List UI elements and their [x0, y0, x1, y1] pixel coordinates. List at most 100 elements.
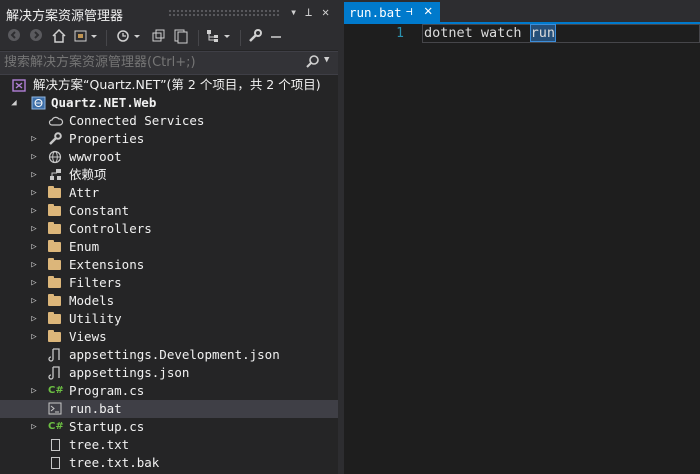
pending-changes-filter-icon[interactable] [114, 28, 144, 48]
expand-arrow-icon[interactable]: ▷ [28, 256, 40, 274]
sync-with-document-icon[interactable] [150, 28, 166, 48]
expand-arrow-icon[interactable]: ▷ [28, 202, 40, 220]
expand-arrow-icon[interactable]: ▷ [28, 292, 40, 310]
tree-item[interactable]: 解决方案“Quartz.NET”(第 2 个项目，共 2 个项目) [0, 76, 338, 94]
tab-run-bat[interactable]: run.bat ⊣ ✕ [344, 2, 440, 22]
expand-arrow-icon[interactable]: ▷ [28, 220, 40, 238]
tree-item[interactable]: ◢ Quartz.NET.Web [0, 94, 338, 112]
tree-item[interactable]: ▷ Extensions [0, 256, 338, 274]
expand-arrow-icon[interactable]: ▷ [28, 274, 40, 292]
tree-item[interactable]: ▷ Controllers [0, 220, 338, 238]
expand-arrow-icon[interactable]: ▷ [28, 418, 40, 436]
csharp-file-icon: C# [48, 385, 64, 396]
search-options-dropdown-icon[interactable]: ▼ [324, 55, 329, 65]
text-file-icon [51, 439, 60, 451]
expand-arrow-icon[interactable]: ▷ [28, 238, 40, 256]
tree-item-label: Quartz.NET.Web [51, 95, 157, 110]
window-position-dropdown-icon[interactable]: ▾ [290, 5, 297, 19]
expand-arrow-icon[interactable]: ▷ [28, 382, 40, 400]
tree-item[interactable]: Connected Services [0, 112, 338, 130]
tree-item-label: Filters [69, 275, 122, 290]
web-project-icon [31, 96, 47, 110]
tree-item-label: appsettings.Development.json [69, 347, 280, 362]
panel-title: 解决方案资源管理器 [6, 9, 124, 24]
selected-word: run [529, 24, 557, 42]
tree-item-label: Program.cs [69, 383, 145, 398]
tree-item[interactable]: appsettings.json [0, 364, 338, 382]
tree-item-label: Utility [69, 311, 122, 326]
tree-item-label: Enum [69, 239, 100, 254]
globe-icon [48, 150, 64, 164]
tree-item[interactable]: tree.txt.bak [0, 454, 338, 472]
tree-item[interactable]: ▷ Enum [0, 238, 338, 256]
close-panel-icon[interactable]: ✕ [322, 5, 329, 19]
tree-item[interactable]: ▷ Models [0, 292, 338, 310]
tree-item-label: Views [69, 329, 107, 344]
toolbar-separator [106, 30, 107, 46]
tree-item-label: 解决方案“Quartz.NET”(第 2 个项目，共 2 个项目) [33, 77, 321, 92]
tree-item-label: Attr [69, 185, 100, 200]
folder-icon [48, 312, 61, 324]
panel-toolbar [0, 26, 338, 50]
tree-item[interactable]: tree.txt [0, 436, 338, 454]
home-icon[interactable] [50, 28, 68, 48]
solution-explorer-panel: 解决方案资源管理器 ▾ ⊥ ✕ 搜索解决方案资源管理器(Ctrl+;) ▼ 解决… [0, 0, 338, 474]
code-text: dotnet watch [424, 25, 530, 41]
tree-item[interactable]: appsettings.Development.json [0, 346, 338, 364]
expand-arrow-icon[interactable]: ▷ [28, 148, 40, 166]
switch-views-icon[interactable] [72, 28, 100, 48]
tree-item[interactable]: ▷ C# Program.cs [0, 382, 338, 400]
drag-grip[interactable] [168, 9, 280, 17]
tree-item-label: tree.txt.bak [69, 455, 160, 470]
code-editor[interactable]: 1 dotnet watch run [344, 24, 700, 474]
folder-icon [48, 222, 61, 234]
auto-hide-pin-icon[interactable]: ⊥ [305, 5, 312, 19]
tree-item[interactable]: ▷ Utility [0, 310, 338, 328]
toolbar-separator [198, 30, 199, 46]
properties-wrench-icon[interactable] [246, 28, 264, 48]
batch-file-icon [48, 402, 64, 416]
document-tab-strip: run.bat ⊣ ✕ [344, 0, 700, 22]
tree-item[interactable]: run.bat [0, 400, 338, 418]
preview-minus-icon[interactable] [268, 28, 284, 48]
csharp-file-icon: C# [48, 421, 64, 432]
pin-tab-icon[interactable]: ⊣ [406, 5, 413, 18]
folder-icon [48, 258, 61, 270]
wrench-icon [48, 132, 64, 146]
tree-item[interactable]: ▷ Constant [0, 202, 338, 220]
solution-icon [12, 78, 28, 92]
code-line[interactable]: dotnet watch run [424, 24, 557, 42]
expand-arrow-icon[interactable]: ▷ [28, 184, 40, 202]
folder-icon [48, 294, 61, 306]
collapse-all-icon[interactable] [172, 28, 190, 48]
search-bar: ▼ [0, 51, 338, 75]
tree-item[interactable]: ▷ Attr [0, 184, 338, 202]
forward-icon[interactable] [28, 28, 44, 48]
folder-icon [48, 276, 61, 288]
collapse-arrow-icon[interactable]: ◢ [8, 94, 20, 112]
panel-title-bar: 解决方案资源管理器 ▾ ⊥ ✕ [0, 0, 338, 26]
expand-arrow-icon[interactable]: ▷ [28, 310, 40, 328]
tree-item[interactable]: ▷ C# Startup.cs [0, 418, 338, 436]
editor-pane: run.bat ⊣ ✕ 1 dotnet watch run [344, 0, 700, 474]
show-all-files-icon[interactable] [204, 28, 234, 48]
tree-item-label: Models [69, 293, 115, 308]
expand-arrow-icon[interactable]: ▷ [28, 130, 40, 148]
tree-item[interactable]: ▷ Filters [0, 274, 338, 292]
tree-item[interactable]: ▷ wwwroot [0, 148, 338, 166]
tree-item-label: Properties [69, 131, 145, 146]
search-icon[interactable] [306, 54, 320, 72]
tree-item[interactable]: ▷ 依赖项 [0, 166, 338, 184]
back-icon[interactable] [6, 28, 22, 48]
cloud-icon [48, 114, 64, 128]
tree-item[interactable]: ▷ Properties [0, 130, 338, 148]
dependencies-icon [48, 168, 64, 182]
tree-item[interactable]: ▷ Views [0, 328, 338, 346]
expand-arrow-icon[interactable]: ▷ [28, 328, 40, 346]
close-tab-icon[interactable]: ✕ [424, 3, 432, 19]
toolbar-separator [240, 30, 241, 46]
json-file-icon [48, 366, 64, 380]
folder-icon [48, 204, 61, 216]
search-input[interactable] [4, 53, 294, 71]
expand-arrow-icon[interactable]: ▷ [28, 166, 40, 184]
